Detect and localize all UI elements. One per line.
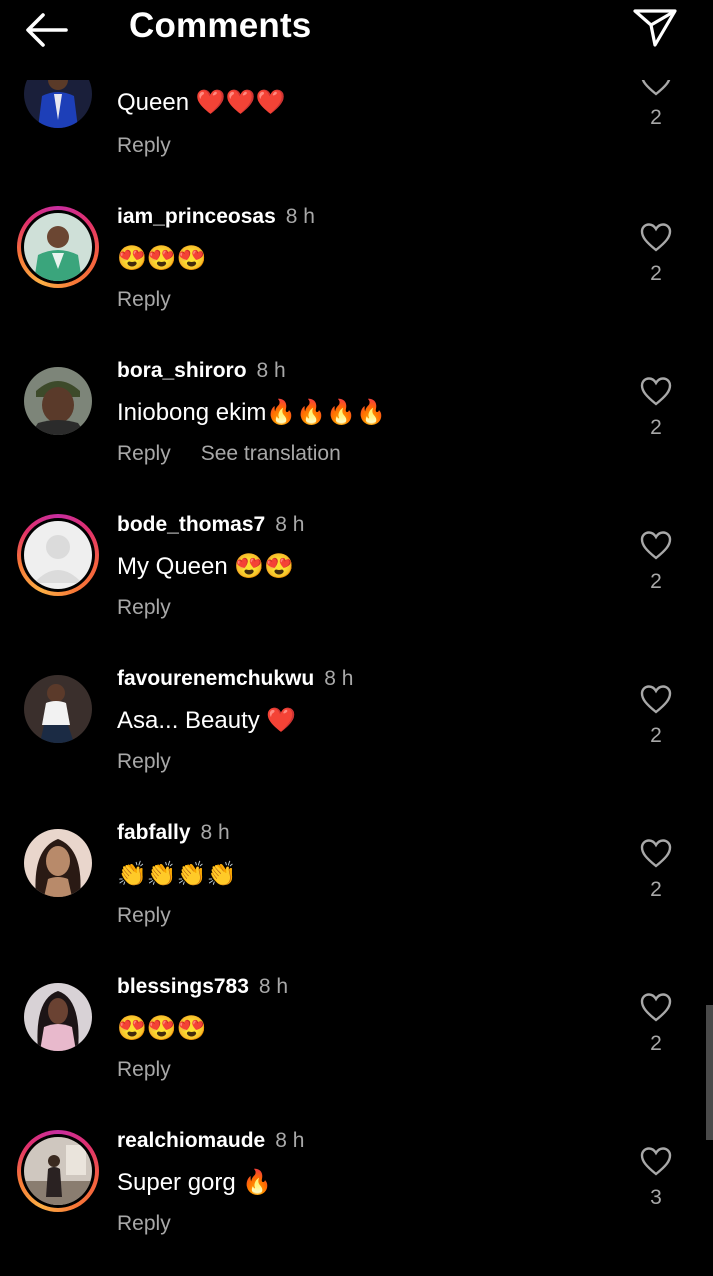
top-bar: Comments <box>0 0 713 80</box>
comment-time: 8 h <box>258 975 289 998</box>
comment-username[interactable]: realchiomaude <box>117 1129 265 1152</box>
heart-icon[interactable] <box>640 530 672 560</box>
avatar[interactable] <box>17 206 99 288</box>
comment-username[interactable]: blessings783 <box>117 975 249 998</box>
comment-text: 😍😍😍 <box>117 1015 207 1042</box>
like-count: 2 <box>650 1032 662 1055</box>
comment-item: iam_princeosas 8 h 😍😍😍 Reply 2 <box>0 202 713 352</box>
heart-icon[interactable] <box>640 684 672 714</box>
comment-list: Queen ❤️❤️❤️ Reply 2 iam_princeosas8 h � <box>0 0 713 1241</box>
like-count: 2 <box>650 106 662 129</box>
reply-button[interactable]: Reply <box>117 596 171 619</box>
comment-item: blessings783 8 h 😍😍😍 Reply 2 <box>0 972 713 1122</box>
reply-button[interactable]: Reply <box>117 750 171 773</box>
comment-actions: Reply <box>117 1058 171 1082</box>
comment-item: favourenemchukwu 8 h Asa... Beauty ❤️ Rep… <box>0 664 713 814</box>
comment-time: 8 h <box>324 667 354 690</box>
comment-item: realchiomaude 8 h Super gorg 🔥 Reply 3 <box>0 1126 713 1276</box>
comment-item: bode_thomas7 8 h My Queen 😍😍 Reply 2 <box>0 510 713 660</box>
comment-text: Queen ❤️❤️❤️ <box>117 89 286 116</box>
heart-icon[interactable] <box>640 222 672 252</box>
avatar[interactable] <box>24 983 92 1051</box>
reply-button[interactable]: Reply <box>117 288 171 311</box>
heart-icon[interactable] <box>640 1146 672 1176</box>
comment-text: My Queen 😍😍 <box>117 553 295 580</box>
reply-button[interactable]: Reply <box>117 134 171 157</box>
scrollbar[interactable] <box>706 1005 713 1140</box>
send-icon[interactable] <box>632 7 678 47</box>
heart-icon[interactable] <box>640 838 672 868</box>
reply-button[interactable]: Reply <box>117 442 171 465</box>
comment-actions: Reply <box>117 750 171 774</box>
comment-actions: Reply <box>117 904 171 928</box>
comment-item: fabfally 8 h 👏👏👏👏 Reply 2 <box>0 818 713 968</box>
comment-item: Queen ❤️❤️❤️ Reply 2 <box>0 60 713 212</box>
avatar[interactable] <box>24 367 92 435</box>
like-count: 2 <box>650 416 662 439</box>
comment-item: bora_shiroro 8 h Iniobong ekim🔥🔥🔥🔥 Reply S… <box>0 356 713 506</box>
page-title: Comments <box>129 6 312 45</box>
like-count: 2 <box>650 878 662 901</box>
avatar[interactable] <box>17 514 99 596</box>
heart-icon[interactable] <box>640 376 672 406</box>
like-count: 2 <box>650 724 662 747</box>
comment-username[interactable]: iam_princeosas <box>117 205 276 228</box>
comment-actions: Reply <box>117 596 171 620</box>
comment-actions: Reply <box>117 288 171 312</box>
reply-button[interactable]: Reply <box>117 1212 171 1235</box>
comment-username[interactable]: bora_shiroro <box>117 359 247 382</box>
like-count: 2 <box>650 570 662 593</box>
comment-time: 8 h <box>275 1129 305 1152</box>
see-translation-button[interactable]: See translation <box>201 442 341 465</box>
comment-text: Iniobong ekim🔥🔥🔥🔥 <box>117 399 386 426</box>
avatar[interactable] <box>24 829 92 897</box>
like-count: 2 <box>650 262 662 285</box>
back-arrow-icon[interactable] <box>24 10 70 50</box>
comment-username[interactable]: favourenemchukwu <box>117 667 314 690</box>
comment-actions: Reply <box>117 134 171 158</box>
heart-icon[interactable] <box>640 992 672 1022</box>
like-count: 3 <box>650 1186 662 1209</box>
comment-time: 8 h <box>275 513 305 536</box>
comment-actions: Reply <box>117 1212 171 1236</box>
avatar[interactable] <box>24 675 92 743</box>
comment-text: 😍😍😍 <box>117 245 207 272</box>
comment-username[interactable]: fabfally <box>117 821 191 844</box>
comment-time: 8 h <box>200 821 230 844</box>
comment-text: Super gorg 🔥 <box>117 1169 273 1196</box>
comment-time: 8 h <box>256 359 286 382</box>
avatar[interactable] <box>17 1130 99 1212</box>
comment-time: 8 h <box>285 205 315 228</box>
comment-username[interactable]: bode_thomas7 <box>117 513 265 536</box>
comment-text: 👏👏👏👏 <box>117 861 237 888</box>
reply-button[interactable]: Reply <box>117 1058 171 1081</box>
comment-text: Asa... Beauty ❤️ <box>117 707 297 734</box>
comment-actions: Reply See translation <box>117 442 341 466</box>
reply-button[interactable]: Reply <box>117 904 171 927</box>
